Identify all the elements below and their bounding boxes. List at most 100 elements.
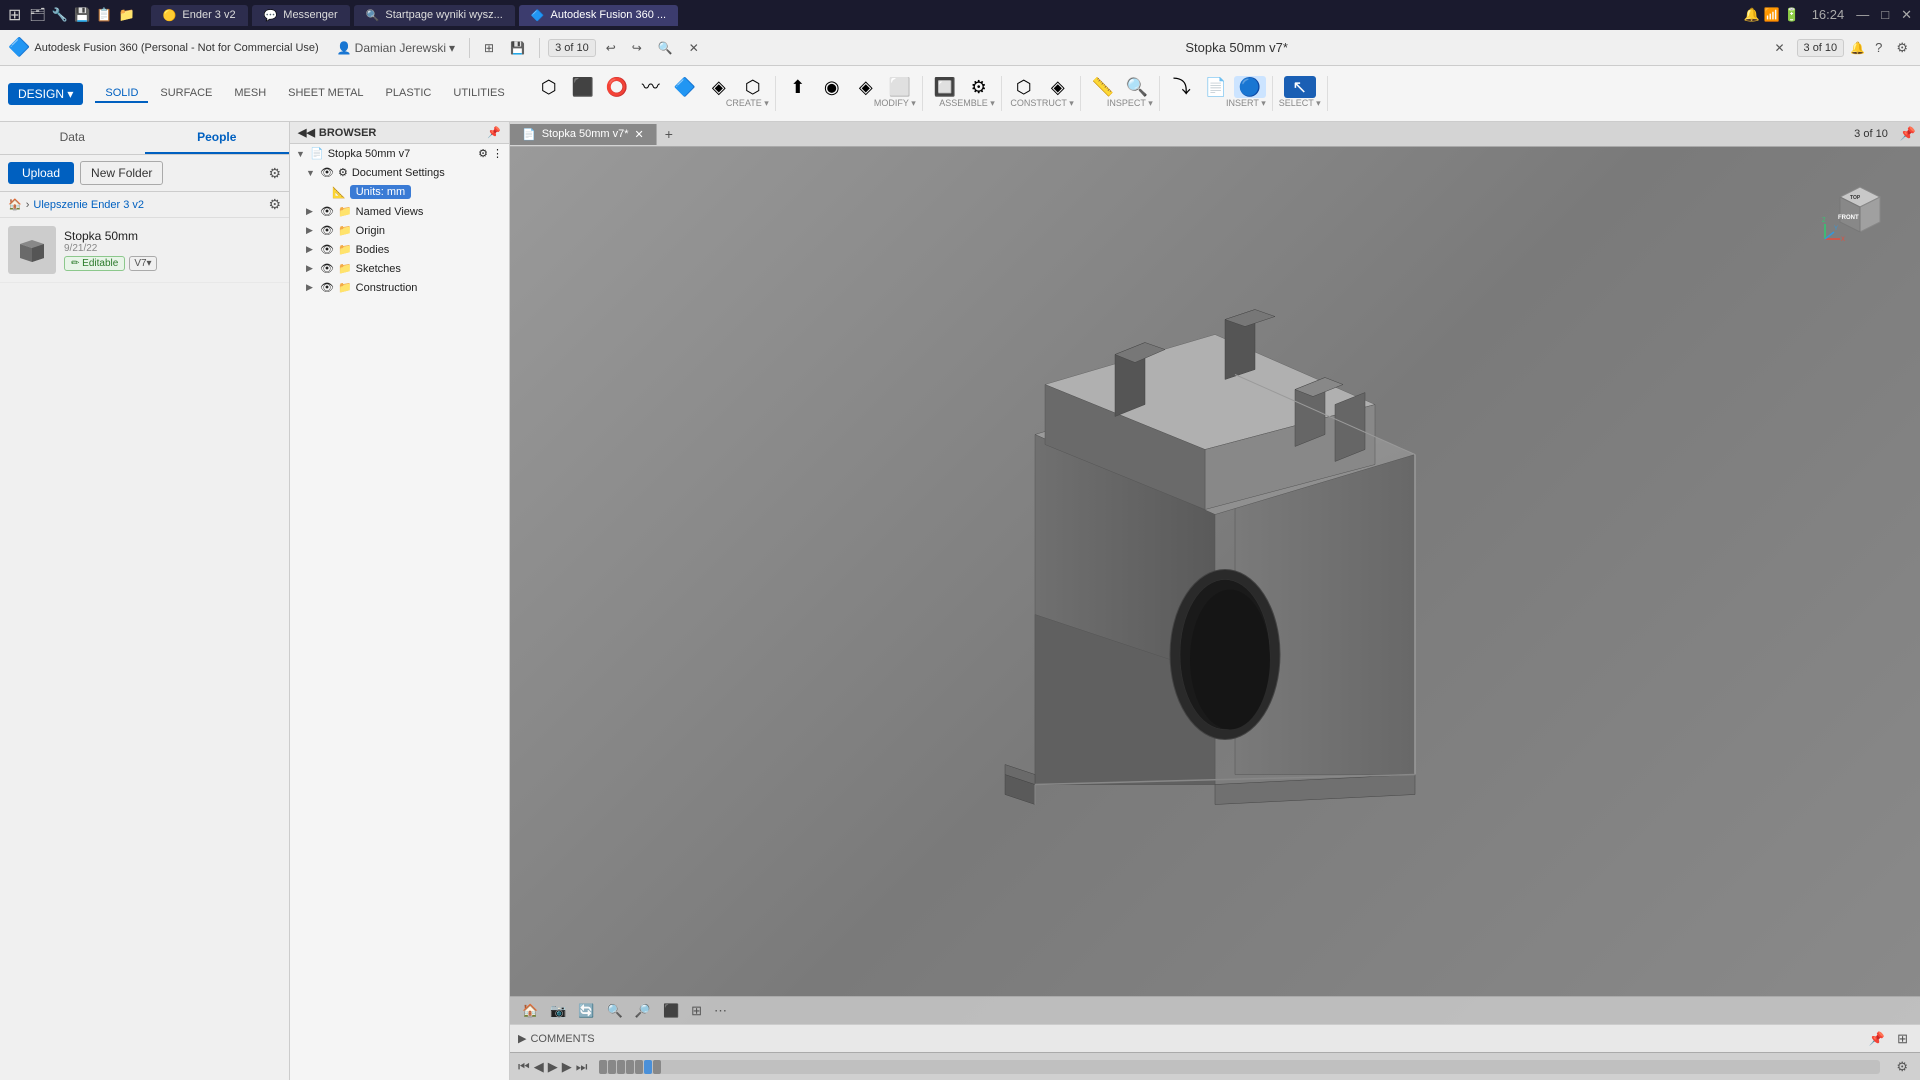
tab-ender[interactable]: 🟡Ender 3 v2 (151, 5, 248, 26)
tree-node-sketches[interactable]: ▶ 👁 📁 Sketches (290, 259, 509, 278)
display-mode-btn[interactable]: ⬛ (659, 1001, 683, 1021)
timeline-step[interactable] (599, 1060, 607, 1074)
revolve-btn[interactable]: ⭕ (601, 76, 633, 98)
new-folder-btn[interactable]: New Folder (80, 161, 163, 185)
grid-view-btn[interactable]: ⊞ (478, 39, 500, 57)
canvas-tab-active[interactable]: 📄 Stopka 50mm v7* ✕ (510, 124, 657, 145)
browser-pin-btn[interactable]: 📌 (487, 126, 501, 139)
timeline-step[interactable] (617, 1060, 625, 1074)
tab-surface[interactable]: SURFACE (150, 85, 222, 103)
undo-btn[interactable]: ↩ (600, 39, 622, 57)
origin-eye-icon[interactable]: 👁 (320, 224, 334, 237)
browser-collapse-btn[interactable]: ◀◀ (298, 126, 315, 139)
timeline-end-btn[interactable]: ⏭ (576, 1059, 588, 1075)
save-btn[interactable]: 💾 (504, 39, 531, 57)
tab-solid[interactable]: SOLID (95, 85, 148, 103)
sketches-eye-icon[interactable]: 👁 (320, 262, 334, 275)
measure-btn[interactable]: 📏 (1087, 76, 1119, 98)
tab-mesh[interactable]: MESH (224, 85, 276, 103)
redo-btn[interactable]: ↪ (626, 39, 648, 57)
new-component-btn[interactable]: 🔲 (929, 76, 961, 98)
sweep-btn[interactable]: 〰 (635, 76, 667, 98)
more-view-btn[interactable]: ⋯ (710, 1001, 731, 1021)
timeline-step[interactable] (653, 1060, 661, 1074)
options-icon[interactable]: ⚙ (478, 147, 488, 160)
insert-mesh-btn[interactable]: ⤵ (1166, 76, 1198, 98)
settings-eye-icon[interactable]: 👁 (320, 166, 334, 179)
upload-btn[interactable]: Upload (8, 162, 74, 184)
tab-messenger[interactable]: 💬Messenger (252, 5, 350, 26)
nav-cube[interactable]: FRONT TOP X Z Y (1820, 167, 1900, 247)
panel-settings-btn[interactable]: ⚙ (268, 165, 281, 182)
settings-btn[interactable]: ⚙ (1892, 38, 1912, 58)
fillet-btn[interactable]: ◉ (816, 76, 848, 98)
tree-node-construction[interactable]: ▶ 👁 📁 Construction (290, 278, 509, 297)
more-create-btn[interactable]: ⬡ (737, 76, 769, 98)
orbit-btn[interactable]: 🔄 (574, 1001, 598, 1021)
notification-icon[interactable]: 🔔 (1850, 41, 1865, 55)
rib-btn[interactable]: ◈ (703, 76, 735, 98)
press-pull-btn[interactable]: ⬆ (782, 76, 814, 98)
windows-start[interactable]: ⊞ (8, 5, 21, 25)
tab-fusion[interactable]: 🔷Autodesk Fusion 360 ... (519, 5, 678, 26)
home-view-btn[interactable]: 🏠 (518, 1001, 542, 1021)
overflow-icon[interactable]: ⋮ (492, 147, 503, 160)
timeline-step[interactable] (608, 1060, 616, 1074)
tab-sheet-metal[interactable]: SHEET METAL (278, 85, 373, 103)
close-doc2-btn[interactable]: ✕ (1768, 39, 1790, 57)
tab-people[interactable]: People (145, 122, 290, 154)
editable-tag[interactable]: ✏ Editable (64, 256, 125, 271)
comments-arrow[interactable]: ▶ (518, 1032, 526, 1045)
viewport[interactable]: FRONT TOP X Z Y 🏠 📷 (510, 147, 1920, 1024)
chamfer-btn[interactable]: ◈ (850, 76, 882, 98)
timeline-step-active[interactable] (644, 1060, 652, 1074)
zoom-in-btn[interactable]: 🔎 (631, 1001, 655, 1021)
home-icon[interactable]: 🏠 (8, 198, 22, 211)
tree-node-units[interactable]: 📐 Units: mm (290, 182, 509, 202)
version-badge[interactable]: V7▾ (129, 256, 156, 271)
create-sketch-btn[interactable]: ⬡ (533, 76, 565, 98)
timeline-next-btn[interactable]: ▶ (562, 1059, 572, 1075)
close-doc-btn[interactable]: ✕ (683, 39, 705, 57)
tab-startpage[interactable]: 🔍Startpage wyniki wysz... (354, 5, 515, 26)
camera-btn[interactable]: 📷 (546, 1001, 570, 1021)
tab-data[interactable]: Data (0, 122, 145, 154)
file-item-stopka[interactable]: Stopka 50mm 9/21/22 ✏ Editable V7▾ (0, 218, 289, 283)
tree-node-root[interactable]: ▼ 📄 Stopka 50mm v7 ⚙ ⋮ (290, 144, 509, 163)
user-menu-btn[interactable]: 👤 Damian Jerewski ▾ (331, 39, 461, 57)
tab-utilities[interactable]: UTILITIES (443, 85, 514, 103)
bodies-eye-icon[interactable]: 👁 (320, 243, 334, 256)
timeline-rewind-btn[interactable]: ⏮ (518, 1059, 530, 1075)
timeline-settings-btn[interactable]: ⚙ (1892, 1057, 1912, 1077)
construction-eye-icon[interactable]: 👁 (320, 281, 334, 294)
offset-plane-btn[interactable]: ⬡ (1008, 76, 1040, 98)
insert-svg-btn[interactable]: 📄 (1200, 76, 1232, 98)
maximize-btn[interactable]: □ (1881, 7, 1889, 23)
minimize-btn[interactable]: — (1856, 7, 1869, 23)
section-analysis-btn[interactable]: 🔍 (1121, 76, 1153, 98)
comments-expand-btn[interactable]: ⊞ (1893, 1029, 1912, 1049)
add-tab-btn[interactable]: + (657, 122, 681, 146)
tab-plastic[interactable]: PLASTIC (376, 85, 442, 103)
grid-display-btn[interactable]: ⊞ (687, 1001, 706, 1021)
timeline-step[interactable] (635, 1060, 643, 1074)
close-btn[interactable]: ✕ (1901, 7, 1912, 23)
tree-node-docsettings[interactable]: ▼ 👁 ⚙ Document Settings (290, 163, 509, 182)
help-btn[interactable]: ? (1871, 38, 1886, 57)
tree-node-origin[interactable]: ▶ 👁 📁 Origin (290, 221, 509, 240)
canvas-tab-close[interactable]: ✕ (635, 128, 644, 141)
design-mode-btn[interactable]: DESIGN ▾ (8, 83, 83, 105)
namedviews-eye-icon[interactable]: 👁 (320, 205, 334, 218)
breadcrumb-settings-btn[interactable]: ⚙ (268, 196, 281, 213)
zoom-fit-btn[interactable]: 🔍 (603, 1001, 627, 1021)
extrude-btn[interactable]: ⬛ (567, 76, 599, 98)
tree-node-bodies[interactable]: ▶ 👁 📁 Bodies (290, 240, 509, 259)
breadcrumb-link[interactable]: Ulepszenie Ender 3 v2 (33, 199, 144, 211)
midplane-btn[interactable]: ◈ (1042, 76, 1074, 98)
search-btn[interactable]: 🔍 (652, 39, 679, 57)
select-btn[interactable]: ↖ (1284, 76, 1316, 98)
loft-btn[interactable]: 🔷 (669, 76, 701, 98)
timeline-prev-btn[interactable]: ◀ (534, 1059, 544, 1075)
joint-btn[interactable]: ⚙ (963, 76, 995, 98)
shell-btn[interactable]: ⬜ (884, 76, 916, 98)
